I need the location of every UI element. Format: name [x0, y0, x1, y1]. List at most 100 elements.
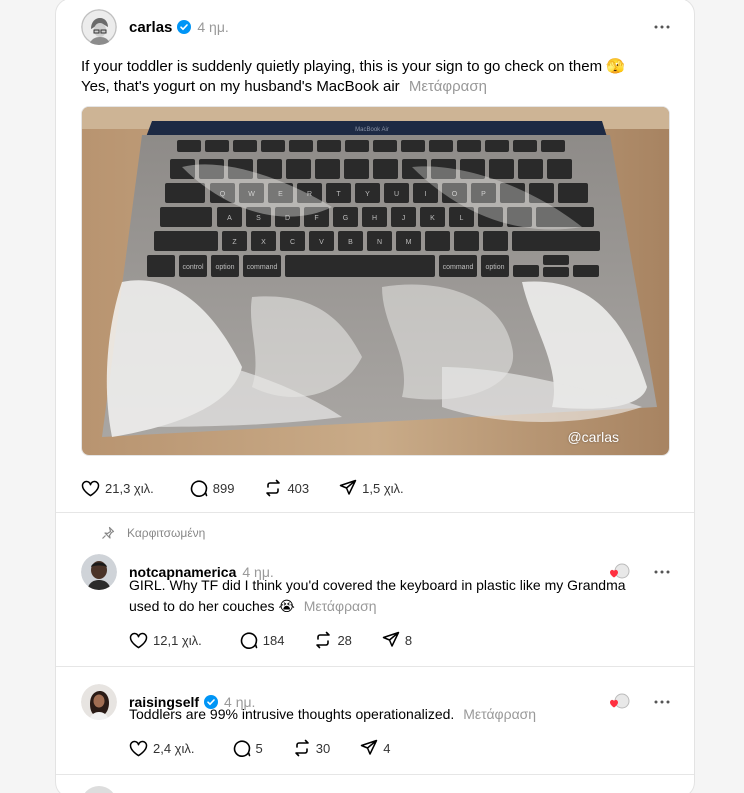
post-text: If your toddler is suddenly quietly play…: [81, 57, 674, 97]
reply-button[interactable]: 5: [233, 739, 263, 757]
post-time[interactable]: 4 ημ.: [197, 19, 228, 35]
keyboard-key: [147, 255, 175, 277]
reply-count: 5: [255, 740, 263, 756]
keyboard-key-m: M: [406, 239, 412, 246]
reply-actions: 2,4 χιλ. 5 30 4: [129, 739, 418, 757]
keyboard-key-z: Z: [232, 239, 237, 246]
keyboard-key: [315, 159, 340, 179]
avatar[interactable]: [81, 9, 117, 45]
keyboard-key: [177, 140, 201, 152]
keyboard-key: [373, 140, 397, 152]
keyboard-key: [154, 231, 218, 251]
repost-icon: [294, 739, 309, 757]
share-button[interactable]: 4: [360, 739, 390, 757]
repost-icon: [316, 631, 331, 649]
comment-icon: [233, 740, 250, 757]
keyboard-key-g: G: [343, 215, 348, 222]
keyboard-key-v: V: [319, 239, 324, 246]
more-options-icon[interactable]: [650, 17, 674, 37]
keyboard-key-i: I: [425, 191, 427, 198]
keyboard-key-control: control: [182, 264, 203, 271]
keyboard-key: [289, 140, 313, 152]
like-count: 2,4 χιλ.: [153, 740, 195, 756]
post-emoji: 🫣: [606, 58, 625, 75]
share-button[interactable]: 1,5 χιλ.: [339, 479, 404, 497]
avatar[interactable]: [81, 554, 117, 590]
keyboard-key: [573, 265, 599, 277]
keyboard-key-u: U: [394, 191, 399, 198]
repost-button[interactable]: 30: [293, 739, 330, 757]
keyboard-key: [165, 183, 205, 203]
share-icon: [339, 479, 357, 495]
post-text-line-1: If your toddler is suddenly quietly play…: [81, 58, 603, 75]
like-button[interactable]: 21,3 χιλ.: [81, 480, 154, 497]
reply-text-line-1: GIRL. Why TF did I think you'd covered t…: [129, 577, 626, 593]
image-credit: @carlas: [567, 429, 619, 445]
share-icon: [360, 739, 378, 755]
reply-text: Toddlers are 99% intrusive thoughts oper…: [129, 704, 674, 725]
keyboard-key-b: B: [348, 239, 353, 246]
keyboard-key: [541, 140, 565, 152]
translate-link[interactable]: Μετάφραση: [409, 78, 487, 95]
keyboard-key: [401, 140, 425, 152]
post-image[interactable]: MacBook Air Q W E R T Y U I O P A S D F G H J K L Z X C V B N Mco…: [81, 106, 670, 456]
keyboard-key: [317, 140, 341, 152]
keyboard-key: [547, 159, 572, 179]
repost-button[interactable]: 403: [264, 479, 309, 497]
divider: [56, 512, 694, 513]
pin-icon: [102, 526, 115, 539]
keyboard-key: [518, 159, 543, 179]
keyboard-key: [489, 159, 514, 179]
keyboard-key-x: X: [261, 239, 266, 246]
post-actions: 21,3 χιλ. 899 403 1,5 χιλ.: [81, 479, 432, 497]
keyboard-key-option: option: [215, 264, 234, 271]
reply-text: GIRL. Why TF did I think you'd covered t…: [129, 575, 674, 617]
reply-actions: 12,1 χιλ. 184 28 8: [129, 631, 440, 649]
heart-icon: [129, 632, 148, 648]
keyboard-key: [160, 207, 212, 227]
thread-column: carlas 4 ημ. If your toddler is suddenly…: [55, 0, 695, 793]
divider: [56, 774, 694, 775]
keyboard-key-y: Y: [365, 191, 370, 198]
keyboard-key: [543, 267, 569, 277]
reply-count: 184: [262, 632, 285, 648]
like-button[interactable]: 2,4 χιλ.: [129, 740, 195, 757]
username[interactable]: carlas: [129, 19, 172, 36]
keyboard-key-n: N: [377, 239, 382, 246]
heart-icon: [129, 740, 148, 756]
keyboard-key: [457, 140, 481, 152]
divider: [56, 666, 694, 667]
keyboard-key: [373, 159, 398, 179]
keyboard-key: [543, 255, 569, 265]
post-header: carlas 4 ημ.: [81, 7, 674, 47]
translate-link[interactable]: Μετάφραση: [463, 706, 536, 722]
keyboard-key-c: C: [290, 239, 295, 246]
share-button[interactable]: 8: [382, 631, 412, 649]
keyboard-key-option: option: [485, 264, 504, 271]
keyboard-key: [233, 140, 257, 152]
reply-text-line-1: Toddlers are 99% intrusive thoughts oper…: [129, 706, 455, 722]
reply-text-line-2: used to do her couches: [129, 598, 275, 614]
keyboard-key-a: A: [227, 215, 232, 222]
heart-icon: [81, 480, 100, 496]
repost-count: 28: [337, 632, 352, 648]
like-button[interactable]: 12,1 χιλ.: [129, 632, 202, 649]
reply-button[interactable]: 184: [240, 631, 285, 649]
keyboard-key: [425, 231, 450, 251]
repost-button[interactable]: 28: [314, 631, 352, 649]
comment-icon: [240, 632, 258, 649]
reply-button[interactable]: 899: [190, 479, 234, 497]
keyboard-key: [485, 140, 509, 152]
keyboard-key: [483, 231, 508, 251]
keyboard-key: [454, 231, 479, 251]
avatar[interactable]: [81, 786, 117, 793]
keyboard-key: [512, 231, 600, 251]
keyboard-key: [429, 140, 453, 152]
translate-link[interactable]: Μετάφραση: [304, 598, 377, 614]
share-count: 4: [383, 740, 391, 756]
share-count: 1,5 χιλ.: [362, 480, 404, 496]
avatar[interactable]: [81, 684, 117, 720]
keyboard-key-k: K: [430, 215, 435, 222]
keyboard-key: [344, 159, 369, 179]
like-count: 12,1 χιλ.: [153, 632, 202, 648]
